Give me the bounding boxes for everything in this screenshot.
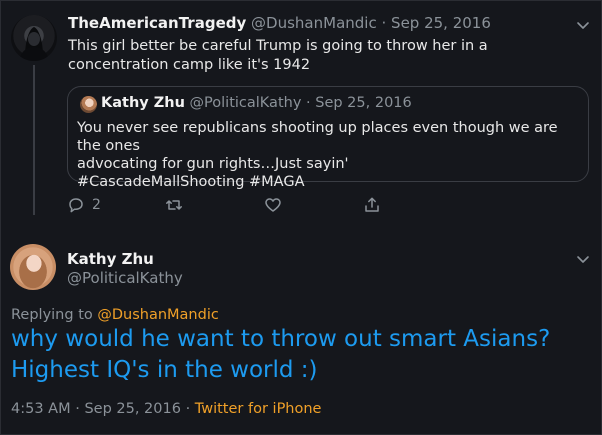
chevron-down-icon[interactable] bbox=[575, 17, 591, 33]
quoted-handle: @PoliticalKathy bbox=[189, 95, 302, 111]
meta-separator: · bbox=[75, 401, 80, 417]
reply-count: 2 bbox=[92, 197, 101, 213]
parent-tweet-text: This girl better be careful Trump is goi… bbox=[68, 38, 488, 73]
tweet-date[interactable]: Sep 25, 2016 bbox=[84, 401, 181, 417]
retweet-icon bbox=[165, 196, 183, 214]
replying-to-link[interactable]: @DushanMandic bbox=[97, 307, 218, 323]
parent-display-name[interactable]: TheAmericanTragedy bbox=[68, 14, 246, 32]
avatar[interactable] bbox=[10, 244, 56, 290]
meta-separator: · bbox=[185, 401, 191, 417]
heart-icon bbox=[264, 196, 282, 214]
tweet-thread: TheAmericanTragedy @DushanMandic · Sep 2… bbox=[0, 0, 602, 435]
quoted-text-line: You never see republicans shooting up pl… bbox=[77, 120, 558, 154]
quoted-date: Sep 25, 2016 bbox=[315, 95, 412, 111]
quoted-tweet-text: You never see republicans shooting up pl… bbox=[77, 119, 577, 191]
replying-prefix: Replying to bbox=[11, 307, 98, 323]
reply-button[interactable]: 2 bbox=[67, 196, 101, 214]
quoted-tweet-card[interactable]: Kathy Zhu @PoliticalKathy · Sep 25, 2016… bbox=[67, 86, 589, 190]
main-tweet-text: why would he want to throw out smart Asi… bbox=[11, 326, 551, 383]
main-handle[interactable]: @PoliticalKathy bbox=[67, 269, 183, 287]
tweet-meta: 4:53 AM · Sep 25, 2016 · Twitter for iPh… bbox=[11, 401, 321, 417]
parent-tweet-header: TheAmericanTragedy @DushanMandic · Sep 2… bbox=[68, 14, 491, 32]
reply-icon bbox=[67, 196, 85, 214]
quoted-text-line: advocating for gun rights…Just sayin' bbox=[77, 156, 349, 172]
thread-connector bbox=[33, 65, 35, 215]
share-button[interactable] bbox=[363, 196, 381, 214]
avatar[interactable] bbox=[11, 15, 57, 61]
quoted-display-name: Kathy Zhu bbox=[101, 95, 185, 111]
quoted-separator: · bbox=[306, 95, 311, 111]
parent-handle[interactable]: @DushanMandic bbox=[251, 14, 377, 32]
main-display-name[interactable]: Kathy Zhu bbox=[67, 250, 154, 268]
quoted-text-line: #CascadeMallShooting #MAGA bbox=[77, 174, 305, 190]
avatar bbox=[80, 96, 97, 113]
quoted-tweet-header: Kathy Zhu @PoliticalKathy · Sep 25, 2016 bbox=[101, 95, 412, 111]
share-icon bbox=[363, 196, 381, 214]
replying-to: Replying to @DushanMandic bbox=[11, 307, 219, 323]
tweet-source-link[interactable]: Twitter for iPhone bbox=[195, 401, 322, 417]
chevron-down-icon[interactable] bbox=[575, 251, 591, 267]
parent-separator: · bbox=[381, 14, 387, 32]
like-button[interactable] bbox=[264, 196, 282, 214]
tweet-time[interactable]: 4:53 AM bbox=[11, 401, 71, 417]
retweet-button[interactable] bbox=[165, 196, 183, 214]
parent-date[interactable]: Sep 25, 2016 bbox=[391, 14, 491, 32]
